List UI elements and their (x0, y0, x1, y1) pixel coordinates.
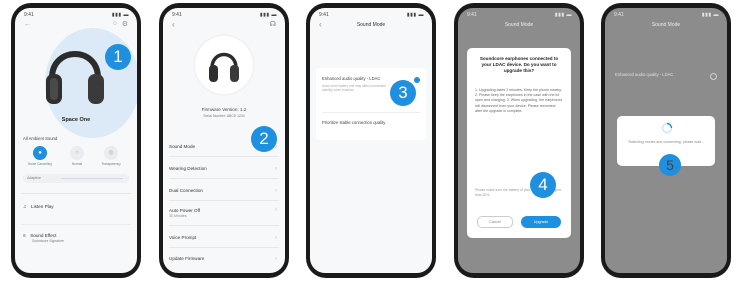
list-item-label: Listen Play (31, 204, 54, 209)
phone-3-screen: 9:41 ▮▮▮ ▬ ‹ Sound Mode Enhanced audio q… (310, 8, 432, 273)
chevron-right-icon: › (275, 235, 277, 241)
selected-check-icon (710, 73, 717, 80)
chevron-right-icon: › (275, 166, 277, 172)
row-label: Sound Mode (169, 144, 196, 149)
slider-label: Adaptive (27, 176, 41, 180)
mode-item-transparency[interactable]: ◎ Transparency (97, 146, 125, 166)
divider (322, 112, 420, 113)
dialog-title: Soundcore earphones connected to your LD… (479, 56, 559, 73)
status-time: 9:41 (614, 12, 624, 18)
phone-5: 9:41 ▮▮▮ ▬ Sound Mode Enhanced audio qua… (601, 3, 731, 278)
device-name: Space One (61, 117, 91, 123)
back-icon[interactable]: ← (24, 21, 31, 28)
mode-label: Transparency (101, 162, 121, 166)
anc-mode-icon: ● (33, 146, 47, 160)
status-time: 9:41 (467, 12, 477, 18)
signal-icon: ▮▮▮ ▬ (259, 12, 277, 18)
adaptive-slider[interactable]: Adaptive (23, 174, 129, 183)
sound-mode-title: All Ambient Sound (23, 136, 58, 141)
phone-2: 9:41 ▮▮▮ ▬ ‹ ☊ Firmware Version: 1.2 Ser… (159, 3, 289, 278)
slider-track (61, 178, 123, 179)
list-item-listen-play[interactable]: ♫ Listen Play (23, 204, 129, 218)
phone-2-screen: 9:41 ▮▮▮ ▬ ‹ ☊ Firmware Version: 1.2 Ser… (163, 8, 285, 273)
transparency-mode-icon: ◎ (104, 146, 118, 160)
signal-icon: ▮▮▮ ▬ (406, 12, 424, 18)
settings-row-wearing[interactable]: Wearing Detection › (169, 160, 279, 179)
phone-1: 9:41 ▮▮▮ ▬ ← ○ ⚙ Space One All Ambient S… (11, 3, 141, 278)
page-title: Sound Mode (356, 22, 386, 28)
equalizer-icon: ≡ (23, 233, 26, 239)
headphones-image (209, 52, 239, 82)
option-label: Enhanced audio quality - LDAC (615, 72, 674, 77)
step-badge-5: 5 (659, 154, 681, 176)
upgrade-dialog: Soundcore earphones connected to your LD… (467, 48, 571, 238)
status-bar: 9:41 ▮▮▮ ▬ (467, 12, 572, 18)
loading-text: Switching modes and connecting, please w… (628, 140, 704, 144)
settings-icon[interactable]: ⚙ (122, 20, 128, 28)
option-label: Prioritize stable connection quality (322, 120, 386, 125)
firmware-title: Firmware Version: 1.2 (201, 107, 247, 112)
status-bar: 9:41 ▮▮▮ ▬ (319, 12, 424, 18)
settings-row-dual[interactable]: Dual Connection › (169, 182, 279, 201)
divider (21, 193, 131, 194)
mode-label: Noise Cancelling (28, 162, 52, 166)
status-time: 9:41 (319, 12, 329, 18)
row-label: Wearing Detection (169, 166, 207, 171)
normal-mode-icon: ○ (70, 146, 84, 160)
phone-3: 9:41 ▮▮▮ ▬ ‹ Sound Mode Enhanced audio q… (306, 3, 436, 278)
mode-item-normal[interactable]: ○ Normal (63, 146, 91, 166)
list-item-sound-effect[interactable]: ≡ Sound Effect Soundcore Signature (23, 233, 129, 251)
status-bar: 9:41 ▮▮▮ ▬ (614, 12, 719, 18)
signal-icon: ▮▮▮ ▬ (111, 12, 129, 18)
settings-row-firmware[interactable]: Update Firmware › (169, 250, 279, 268)
mode-item-anc[interactable]: ● Noise Cancelling (25, 146, 55, 166)
phone-1-screen: 9:41 ▮▮▮ ▬ ← ○ ⚙ Space One All Ambient S… (15, 8, 137, 273)
row-label: Auto Power Off (169, 208, 201, 213)
page-title: Sound Mode (651, 22, 681, 28)
status-time: 9:41 (172, 12, 182, 18)
step-badge-4: 4 (530, 172, 556, 198)
chevron-right-icon: › (275, 256, 277, 262)
signal-icon: ▮▮▮ ▬ (554, 12, 572, 18)
info-icon[interactable]: ○ (113, 20, 117, 27)
option-ldac: Enhanced audio quality - LDAC (615, 72, 717, 84)
signal-icon: ▮▮▮ ▬ (701, 12, 719, 18)
option-desc: Uses more battery and may affect connect… (322, 84, 387, 93)
selected-check-icon (414, 77, 420, 83)
settings-row-auto-power[interactable]: Auto Power Off 30 Minutes › (169, 203, 279, 226)
status-bar: 9:41 ▮▮▮ ▬ (172, 12, 277, 18)
phone-4-screen: 9:41 ▮▮▮ ▬ Sound Mode Soundcore earphone… (458, 8, 580, 273)
headphones-image (46, 51, 104, 104)
cancel-button[interactable]: Cancel (477, 216, 513, 228)
back-icon[interactable]: ‹ (172, 20, 175, 29)
mode-label: Normal (71, 162, 83, 166)
settings-row-voice[interactable]: Voice Prompt › (169, 229, 279, 248)
option-stable[interactable]: Prioritize stable connection quality (322, 120, 420, 132)
step-badge-2: 2 (251, 126, 277, 152)
phone-5-screen: 9:41 ▮▮▮ ▬ Sound Mode Enhanced audio qua… (605, 8, 727, 273)
chevron-right-icon: › (275, 188, 277, 194)
divider (21, 224, 131, 225)
list-item-sub: Soundcore Signature (32, 239, 64, 243)
upgrade-button[interactable]: Upgrade (521, 216, 561, 228)
row-label: Voice Prompt (169, 235, 197, 240)
dialog-body: 1. Upgrading takes 3 minutes. Keep the p… (475, 88, 563, 113)
headset-icon[interactable]: ☊ (270, 20, 276, 28)
firmware-sub: Serial Number: ABCD 1234 (203, 114, 245, 118)
status-bar: 9:41 ▮▮▮ ▬ (24, 12, 129, 18)
music-icon: ♫ (23, 204, 27, 210)
status-time: 9:41 (24, 12, 34, 18)
loading-spinner-icon (661, 122, 673, 134)
step-badge-3: 3 (390, 80, 416, 106)
step-badge-1: 1 (105, 44, 131, 70)
chevron-right-icon: › (275, 207, 277, 213)
list-item-label: Sound Effect (30, 233, 57, 238)
row-label: Dual Connection (169, 188, 203, 193)
row-sub: 30 Minutes (169, 214, 187, 218)
page-title: Sound Mode (504, 22, 534, 28)
phone-4: 9:41 ▮▮▮ ▬ Sound Mode Soundcore earphone… (454, 3, 584, 278)
row-label: Update Firmware (169, 256, 205, 261)
